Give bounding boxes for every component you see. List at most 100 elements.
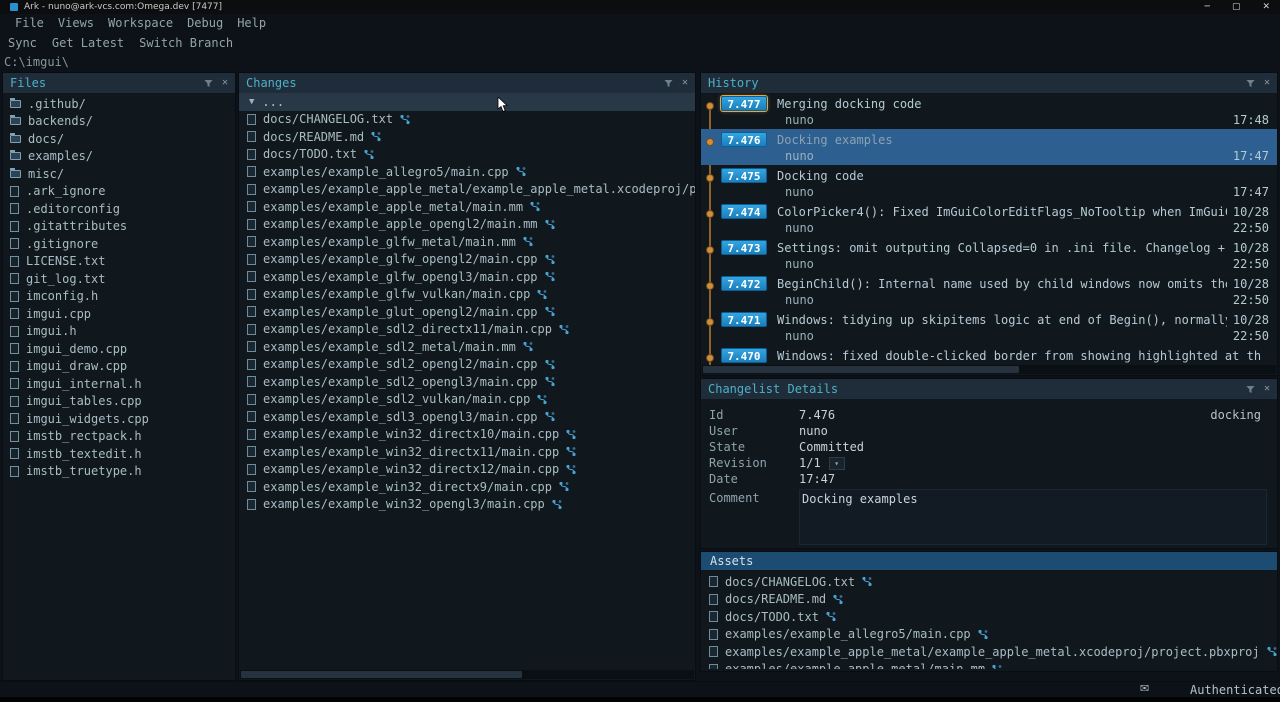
file-tree-item[interactable]: imgui.h	[3, 323, 235, 341]
asset-row[interactable]: docs/CHANGELOG.txt	[701, 573, 1277, 591]
history-entry[interactable]: 7.474 ColorPicker4(): Fixed ImGuiColorEd…	[701, 201, 1277, 237]
file-tree-item[interactable]: .editorconfig	[3, 200, 235, 218]
file-tree-item[interactable]: .gitignore	[3, 235, 235, 253]
horizontal-scrollbar[interactable]	[702, 365, 1276, 374]
close-button[interactable]: ✕	[1262, 2, 1270, 12]
changed-file-row[interactable]: examples/example_glfw_opengl3/main.cpp	[239, 268, 695, 286]
asset-row[interactable]: examples/example_apple_metal/main.mm	[701, 661, 1277, 670]
file-tree-item[interactable]: docs/	[3, 130, 235, 148]
close-icon[interactable]: ✕	[682, 78, 688, 88]
changed-file-row[interactable]: examples/example_sdl2_opengl3/main.cpp	[239, 373, 695, 391]
detail-field-label: Id	[709, 408, 799, 422]
file-tree-item[interactable]: backends/	[3, 113, 235, 131]
mail-icon[interactable]: ✉	[1140, 682, 1149, 695]
changed-file-row[interactable]: examples/example_sdl2_directx11/main.cpp	[239, 321, 695, 339]
file-tree-item[interactable]: .github/	[3, 95, 235, 113]
changed-file-row[interactable]: examples/example_glfw_vulkan/main.cpp	[239, 286, 695, 304]
revision-dropdown[interactable]: ▾	[829, 457, 845, 470]
detail-field-value: 7.476	[799, 408, 835, 422]
changed-file-path: examples/example_win32_directx11/main.cp…	[263, 445, 559, 459]
document-icon	[247, 394, 256, 405]
changed-file-row[interactable]: examples/example_win32_directx9/main.cpp	[239, 478, 695, 496]
scrollbar-thumb[interactable]	[703, 366, 1019, 373]
changed-file-row[interactable]: examples/example_sdl3_opengl3/main.cpp	[239, 408, 695, 426]
file-tree-item[interactable]: .ark_ignore	[3, 183, 235, 201]
file-tree-item[interactable]: imgui_tables.cpp	[3, 393, 235, 411]
changes-panel-header: Changes ✕	[239, 73, 695, 93]
menu-item[interactable]: Help	[230, 16, 273, 30]
detail-field-row: Revision 1/1 ▾	[701, 455, 1277, 471]
file-tree-item[interactable]: imgui_internal.h	[3, 375, 235, 393]
toolbar-button[interactable]: Get Latest	[52, 36, 124, 50]
filter-icon[interactable]	[204, 79, 213, 88]
current-path: C:\imgui\	[0, 53, 69, 71]
file-tree-item[interactable]: imgui_draw.cpp	[3, 358, 235, 376]
asset-row[interactable]: docs/TODO.txt	[701, 608, 1277, 626]
file-tree-item[interactable]: imstb_truetype.h	[3, 463, 235, 481]
menu-item[interactable]: Debug	[180, 16, 230, 30]
file-tree-item[interactable]: .gitattributes	[3, 218, 235, 236]
changed-file-row[interactable]: examples/example_sdl2_vulkan/main.cpp	[239, 391, 695, 409]
horizontal-scrollbar[interactable]	[240, 670, 694, 679]
scrollbar-thumb[interactable]	[241, 671, 522, 678]
asset-row[interactable]: examples/example_allegro5/main.cpp	[701, 626, 1277, 644]
changed-file-row[interactable]: examples/example_allegro5/main.cpp	[239, 163, 695, 181]
file-name: imstb_rectpack.h	[26, 429, 142, 443]
file-tree-item[interactable]: imgui.cpp	[3, 305, 235, 323]
changed-file-row[interactable]: docs/TODO.txt	[239, 146, 695, 164]
changed-file-row[interactable]: examples/example_apple_metal/main.mm	[239, 198, 695, 216]
history-entry[interactable]: 7.476 Docking examples nuno 17:47	[701, 129, 1277, 165]
toolbar-button[interactable]: Switch Branch	[139, 36, 233, 50]
changed-file-row[interactable]: examples/example_apple_opengl2/main.mm	[239, 216, 695, 234]
changed-file-row[interactable]: examples/example_glfw_metal/main.mm	[239, 233, 695, 251]
changes-root-row[interactable]: ▼ ...	[239, 93, 695, 111]
changed-file-row[interactable]: examples/example_win32_opengl3/main.cpp	[239, 496, 695, 514]
menu-item[interactable]: File	[8, 16, 51, 30]
changed-file-row[interactable]: docs/CHANGELOG.txt	[239, 111, 695, 129]
history-entry[interactable]: 7.472 BeginChild(): Internal name used b…	[701, 273, 1277, 309]
document-icon	[247, 499, 256, 510]
changed-file-path: docs/README.md	[263, 130, 364, 144]
close-icon[interactable]: ✕	[222, 78, 228, 88]
history-entry[interactable]: 7.473 Settings: omit outputing Collapsed…	[701, 237, 1277, 273]
filter-icon[interactable]	[1246, 385, 1255, 394]
menu-item[interactable]: Views	[51, 16, 101, 30]
filter-icon[interactable]	[1246, 79, 1255, 88]
history-entry[interactable]: 7.471 Windows: tidying up skipitems logi…	[701, 309, 1277, 345]
changed-file-row[interactable]: examples/example_apple_metal/example_app…	[239, 181, 695, 199]
filter-icon[interactable]	[664, 79, 673, 88]
file-tree-item[interactable]: imconfig.h	[3, 288, 235, 306]
file-tree-item[interactable]: examples/	[3, 148, 235, 166]
changed-file-row[interactable]: examples/example_glfw_opengl2/main.cpp	[239, 251, 695, 269]
file-tree-item[interactable]: git_log.txt	[3, 270, 235, 288]
detail-field-value: 17:47	[799, 472, 835, 486]
menu-item[interactable]: Workspace	[101, 16, 180, 30]
history-entry[interactable]: 7.475 Docking code nuno 17:47	[701, 165, 1277, 201]
close-icon[interactable]: ✕	[1264, 384, 1270, 394]
asset-row[interactable]: docs/README.md	[701, 591, 1277, 609]
assets-header[interactable]: Assets	[701, 552, 1277, 570]
file-tree-item[interactable]: LICENSE.txt	[3, 253, 235, 271]
changed-file-row[interactable]: examples/example_sdl2_metal/main.mm	[239, 338, 695, 356]
file-tree-item[interactable]: imgui_demo.cpp	[3, 340, 235, 358]
document-icon	[247, 446, 256, 457]
changed-file-row[interactable]: examples/example_sdl2_opengl2/main.cpp	[239, 356, 695, 374]
file-tree-item[interactable]: imstb_textedit.h	[3, 445, 235, 463]
changed-file-row[interactable]: examples/example_win32_directx10/main.cp…	[239, 426, 695, 444]
expander-icon[interactable]: ▼	[249, 97, 254, 107]
file-tree-item[interactable]: imgui_widgets.cpp	[3, 410, 235, 428]
toolbar-button[interactable]: Sync	[8, 36, 37, 50]
file-tree-item[interactable]: misc/	[3, 165, 235, 183]
changed-file-row[interactable]: docs/README.md	[239, 128, 695, 146]
changed-file-row[interactable]: examples/example_glut_opengl2/main.cpp	[239, 303, 695, 321]
close-icon[interactable]: ✕	[1264, 78, 1270, 88]
history-entry[interactable]: 7.477 Merging docking code nuno 17:48	[701, 93, 1277, 129]
maximize-button[interactable]: ▢	[1232, 2, 1241, 12]
changed-file-row[interactable]: examples/example_win32_directx11/main.cp…	[239, 443, 695, 461]
minimize-button[interactable]: ─	[1205, 2, 1210, 12]
asset-row[interactable]: examples/example_apple_metal/example_app…	[701, 643, 1277, 661]
file-name: .gitattributes	[26, 219, 127, 233]
file-tree-item[interactable]: imstb_rectpack.h	[3, 428, 235, 446]
history-entry[interactable]: 7.470 Windows: fixed double-clicked bord…	[701, 345, 1277, 367]
changed-file-row[interactable]: examples/example_win32_directx12/main.cp…	[239, 461, 695, 479]
